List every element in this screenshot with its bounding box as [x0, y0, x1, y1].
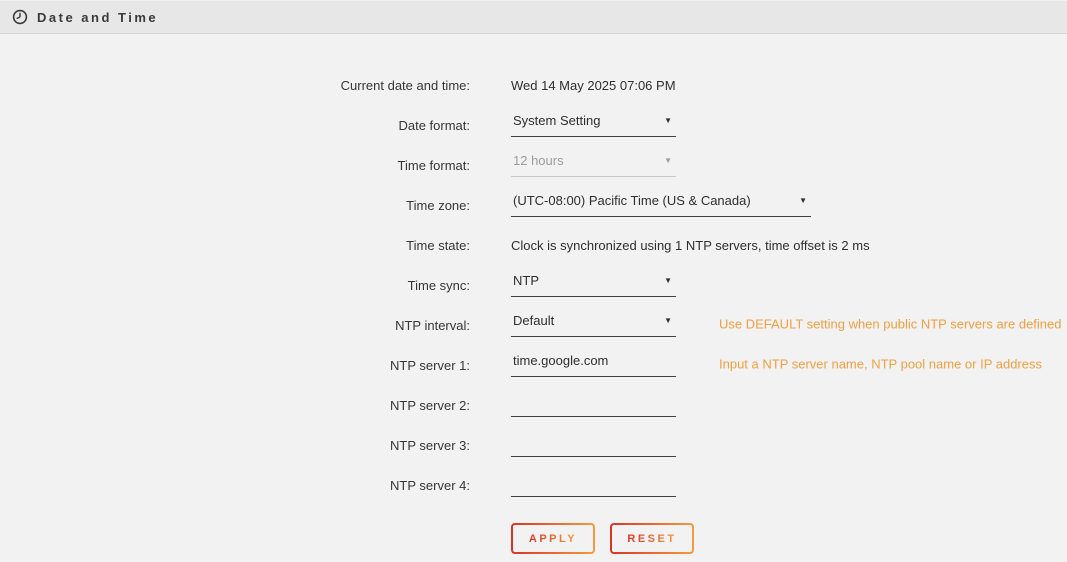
- chevron-down-icon: ▼: [664, 153, 672, 165]
- row-time-sync: Time sync: NTP ▼: [0, 265, 1067, 305]
- row-time-format: Time format: 12 hours ▼: [0, 145, 1067, 185]
- time-state-value: Clock is synchronized using 1 NTP server…: [511, 238, 870, 253]
- field-label: Time sync:: [0, 278, 470, 293]
- ntp-server-4-input[interactable]: [511, 473, 676, 497]
- field-label: Time format:: [0, 158, 470, 173]
- reset-button-label: RESET: [627, 533, 676, 545]
- time-sync-select[interactable]: NTP ▼: [511, 273, 676, 297]
- row-ntp-server-1: NTP server 1: Input a NTP server name, N…: [0, 345, 1067, 385]
- current-datetime-value: Wed 14 May 2025 07:06 PM: [511, 78, 676, 93]
- field-label: NTP server 4:: [0, 478, 470, 493]
- ntp-server-1-hint: Input a NTP server name, NTP pool name o…: [719, 356, 1042, 371]
- chevron-down-icon: ▼: [664, 313, 672, 325]
- apply-button[interactable]: APPLY: [511, 523, 595, 554]
- panel-title: Date and Time: [37, 10, 158, 25]
- chevron-down-icon: ▼: [664, 273, 672, 285]
- date-time-form: Current date and time: Wed 14 May 2025 0…: [0, 34, 1067, 554]
- reset-button[interactable]: RESET: [610, 523, 694, 554]
- select-value: System Setting: [513, 113, 600, 128]
- time-zone-select[interactable]: (UTC-08:00) Pacific Time (US & Canada) ▼: [511, 193, 811, 217]
- field-label: Current date and time:: [0, 78, 470, 93]
- select-value: 12 hours: [513, 153, 564, 168]
- row-time-zone: Time zone: (UTC-08:00) Pacific Time (US …: [0, 185, 1067, 225]
- select-value: NTP: [513, 273, 539, 288]
- date-format-select[interactable]: System Setting ▼: [511, 113, 676, 137]
- ntp-server-1-input[interactable]: [511, 353, 676, 377]
- clock-icon: [12, 9, 28, 25]
- row-date-format: Date format: System Setting ▼: [0, 105, 1067, 145]
- field-label: Time zone:: [0, 198, 470, 213]
- row-ntp-interval: NTP interval: Default ▼ Use DEFAULT sett…: [0, 305, 1067, 345]
- row-ntp-server-3: NTP server 3:: [0, 425, 1067, 465]
- field-label: NTP server 1:: [0, 358, 470, 373]
- field-label: NTP interval:: [0, 318, 470, 333]
- select-value: (UTC-08:00) Pacific Time (US & Canada): [513, 193, 751, 208]
- time-format-select: 12 hours ▼: [511, 153, 676, 177]
- field-label: Date format:: [0, 118, 470, 133]
- select-value: Default: [513, 313, 554, 328]
- field-label: Time state:: [0, 238, 470, 253]
- ntp-server-3-input[interactable]: [511, 433, 676, 457]
- ntp-server-2-input[interactable]: [511, 393, 676, 417]
- row-ntp-server-2: NTP server 2:: [0, 385, 1067, 425]
- chevron-down-icon: ▼: [799, 193, 807, 205]
- ntp-interval-select[interactable]: Default ▼: [511, 313, 676, 337]
- row-current-datetime: Current date and time: Wed 14 May 2025 0…: [0, 65, 1067, 105]
- row-ntp-server-4: NTP server 4:: [0, 465, 1067, 505]
- chevron-down-icon: ▼: [664, 113, 672, 125]
- field-label: NTP server 3:: [0, 438, 470, 453]
- panel-header: Date and Time: [0, 0, 1067, 34]
- ntp-interval-hint: Use DEFAULT setting when public NTP serv…: [719, 316, 1062, 331]
- row-time-state: Time state: Clock is synchronized using …: [0, 225, 1067, 265]
- field-label: NTP server 2:: [0, 398, 470, 413]
- apply-button-label: APPLY: [529, 533, 577, 545]
- date-time-panel: Date and Time Current date and time: Wed…: [0, 0, 1067, 562]
- button-row: APPLY RESET: [511, 523, 1067, 554]
